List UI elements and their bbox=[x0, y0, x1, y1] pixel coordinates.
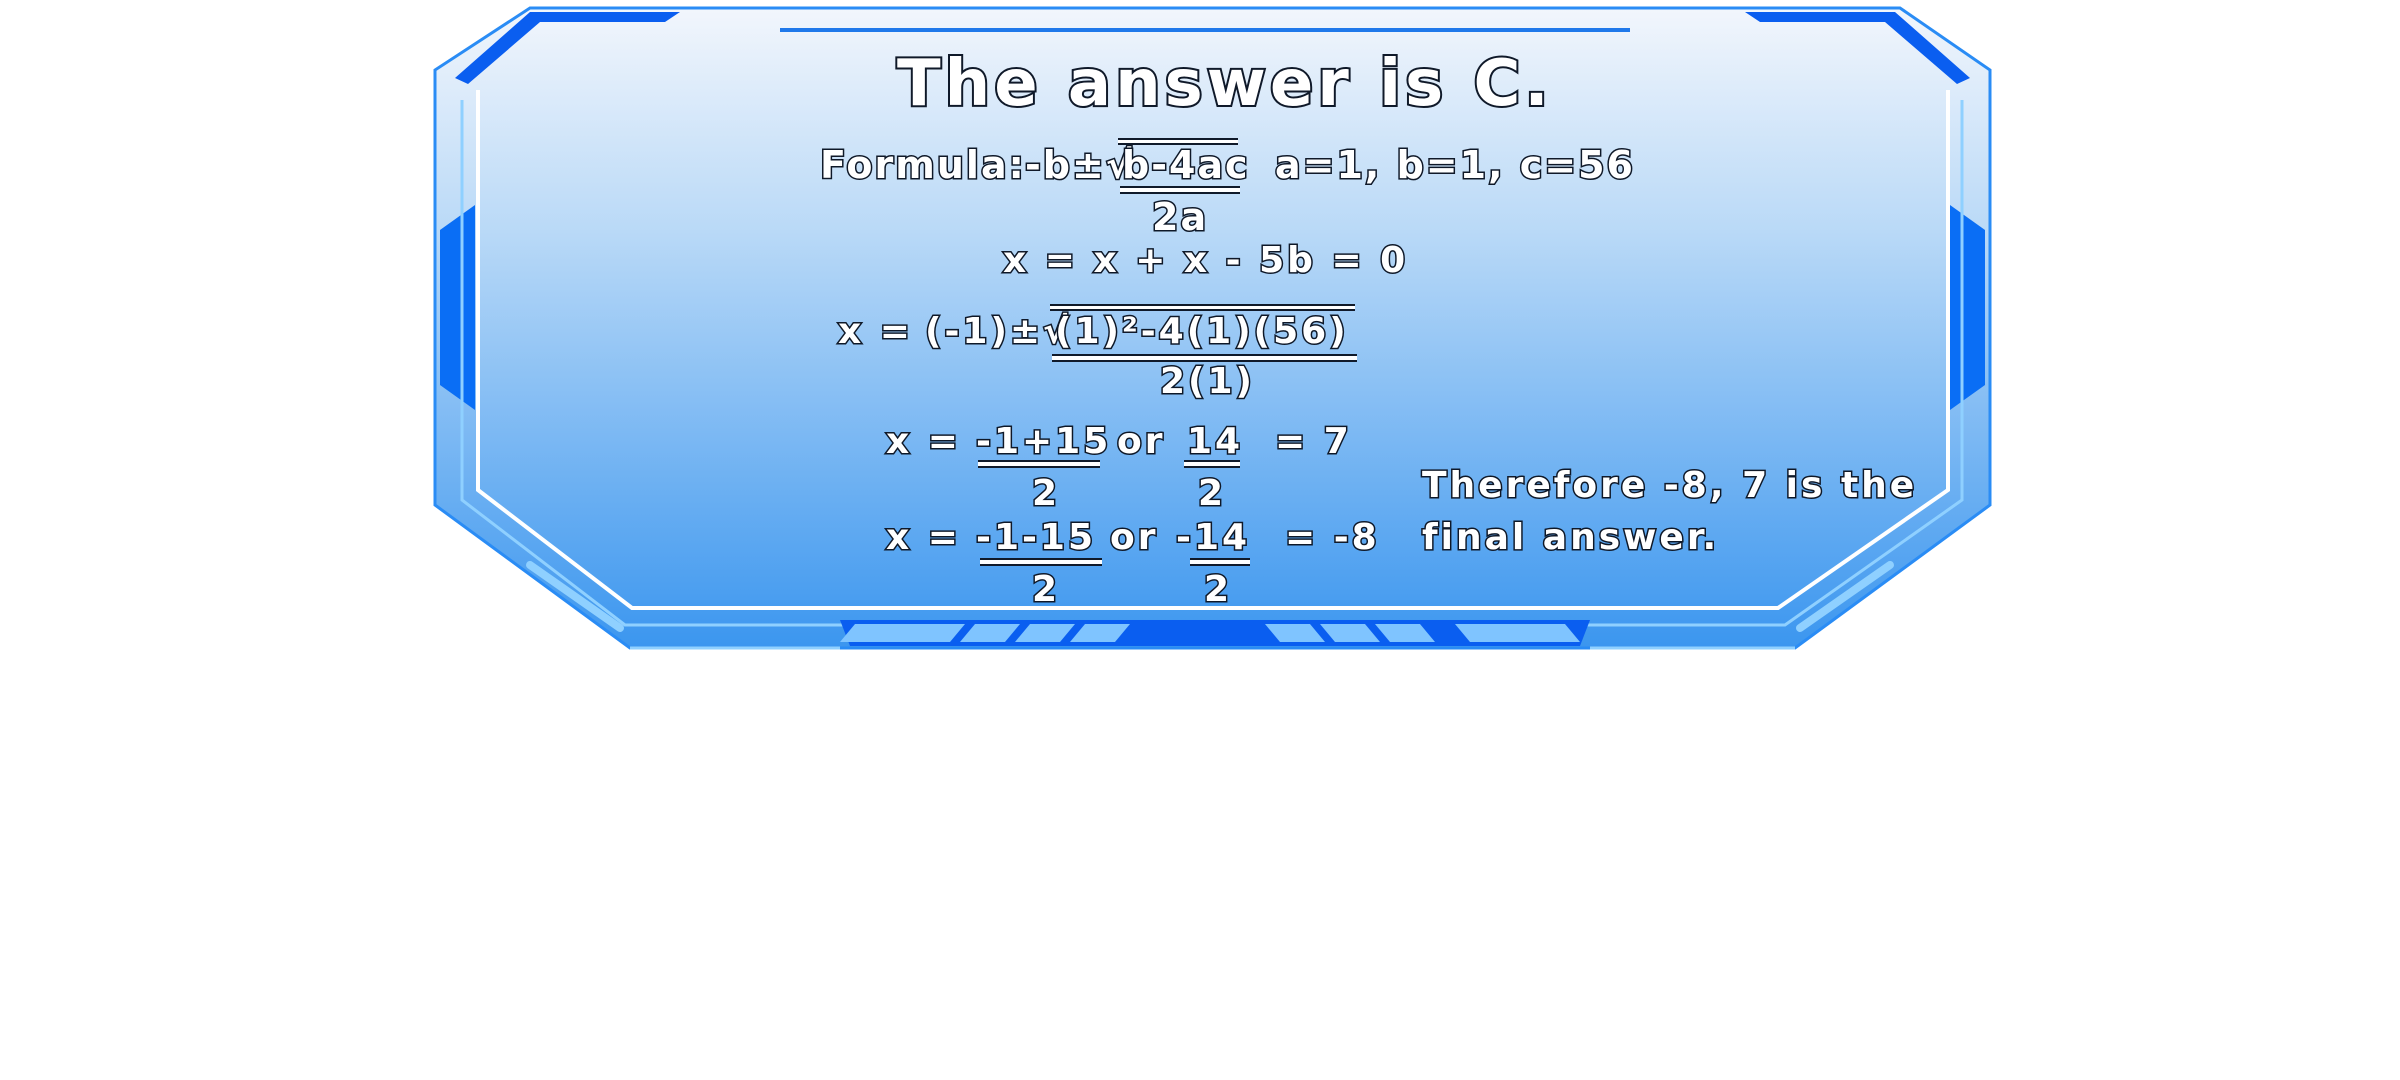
solution-minus-fraction1-bar bbox=[980, 558, 1102, 566]
formula-radicand: b-4ac bbox=[1121, 143, 1250, 187]
solution-minus-fraction2-denominator: 2 bbox=[1202, 569, 1233, 610]
solution-minus-lhs: x = bbox=[885, 517, 961, 558]
answer-title: The answer is C. bbox=[895, 47, 1553, 121]
solution-minus-fraction1-denominator: 2 bbox=[1030, 569, 1061, 610]
solution-minus-fraction2-numerator: -14 bbox=[1174, 517, 1251, 558]
solution-plus-fraction2-numerator: 14 bbox=[1185, 421, 1244, 462]
conclusion-line-1: Therefore -8, 7 is the bbox=[1420, 465, 1918, 506]
formula-numerator-left: -b±√ bbox=[1023, 143, 1134, 187]
substitution-denominator: 2(1) bbox=[1158, 361, 1256, 402]
conclusion-line-2: final answer. bbox=[1420, 517, 1720, 558]
solution-plus-fraction2-bar bbox=[1184, 460, 1240, 468]
solution-plus-fraction2-denominator: 2 bbox=[1196, 473, 1227, 514]
substitution-radicand: (1)²-4(1)(56) bbox=[1054, 311, 1349, 352]
solution-minus-fraction1-numerator: -1-15 bbox=[974, 517, 1097, 558]
solution-minus-fraction2-bar bbox=[1190, 558, 1250, 566]
solution-minus-result: = -8 bbox=[1284, 517, 1380, 558]
solution-plus-fraction1-denominator: 2 bbox=[1030, 473, 1061, 514]
solution-plus-result: = 7 bbox=[1274, 421, 1352, 462]
formula-denominator: 2a bbox=[1150, 195, 1209, 239]
formula-values: a=1, b=1, c=56 bbox=[1274, 143, 1635, 187]
solution-plus-fraction1-bar bbox=[978, 460, 1100, 468]
solution-plus-lhs: x = bbox=[885, 421, 961, 462]
solution-plus-or: or bbox=[1116, 421, 1166, 462]
formula-label: Formula: bbox=[819, 143, 1026, 187]
substitution-radical-bar bbox=[1050, 304, 1355, 311]
solution-minus-or: or bbox=[1109, 517, 1159, 558]
formula-fraction-bar bbox=[1120, 186, 1240, 194]
equation-line: x = x + x - 5b = 0 bbox=[1001, 240, 1409, 281]
substitution-numerator-left: (-1)±√ bbox=[923, 311, 1071, 352]
solution-plus-fraction1-numerator: -1+15 bbox=[974, 421, 1112, 462]
substitution-lhs: x = bbox=[837, 311, 913, 352]
